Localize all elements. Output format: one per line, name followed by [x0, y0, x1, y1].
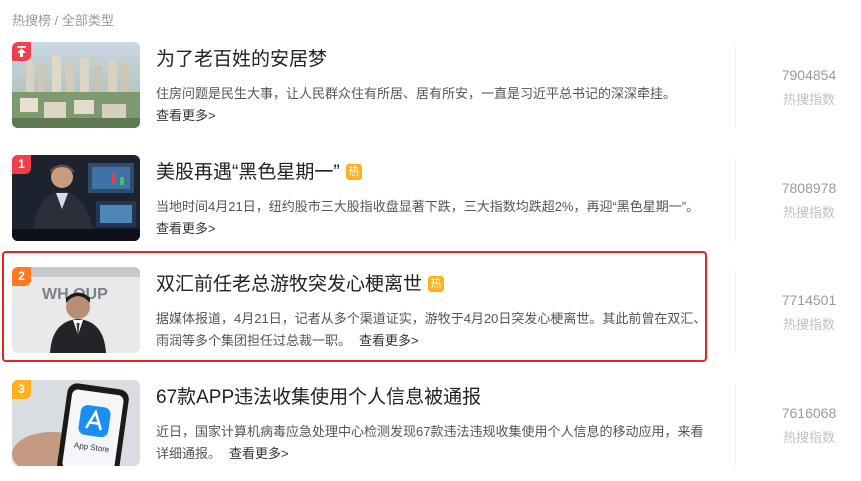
news-title[interactable]: 美股再遇“黑色星期一” 热 — [156, 161, 362, 185]
hot-badge: 热 — [345, 164, 362, 180]
view-more-link[interactable]: 查看更多> — [156, 221, 216, 236]
list-item[interactable]: 为了老百姓的安居梦 住房问题是民生大事，让人民群众住有所居、居有所安，一直是习近… — [0, 30, 861, 143]
divider — [735, 46, 736, 128]
view-more-link[interactable]: 查看更多> — [156, 108, 216, 123]
pinned-top-icon — [12, 42, 31, 61]
divider — [735, 384, 736, 466]
hot-score-label: 热搜指数 — [782, 430, 835, 445]
list-item[interactable]: WH OUP 2 双汇前任老总游牧突发心梗离世热 据媒体报道，4月21日，记者从… — [0, 255, 861, 368]
news-desc: 当地时间4月21日，纽约股市三大股指收盘显著下跌，三大指数均跌超2%，再迎“黑色… — [156, 199, 700, 236]
rank-badge: 2 — [12, 267, 31, 286]
hot-score-label: 热搜指数 — [782, 92, 835, 107]
divider — [735, 159, 736, 241]
hot-score: 7904854 — [781, 67, 837, 83]
news-desc: 近日，国家计算机病毒应急处理中心检测发现67款违法违规收集使用个人信息的移动应用… — [156, 424, 704, 461]
rank-badge: 3 — [12, 380, 31, 399]
hot-badge: 热 — [428, 276, 445, 292]
view-more-link[interactable]: 查看更多> — [229, 446, 289, 461]
news-thumbnail[interactable]: 1 — [12, 155, 140, 241]
news-title[interactable]: 67款APP违法收集使用个人信息被通报 — [156, 386, 481, 410]
list-item[interactable]: App Store 3 67款APP违法收集使用个人信息被通报 近日，国家计算机… — [0, 368, 861, 481]
hot-score: 7808978 — [781, 180, 837, 196]
news-thumbnail[interactable]: WH OUP 2 — [12, 267, 140, 353]
hot-score-label: 热搜指数 — [782, 317, 835, 332]
news-desc: 住房问题是民生大事，让人民群众住有所居、居有所安，一直是习近平总书记的深深牵挂。… — [156, 86, 677, 123]
hot-score: 7616068 — [781, 405, 837, 421]
divider — [735, 271, 736, 353]
news-title[interactable]: 双汇前任老总游牧突发心梗离世热 — [156, 273, 445, 297]
rank-badge: 1 — [12, 155, 31, 174]
news-desc: 据媒体报道，4月21日，记者从多个渠道证实，游牧于4月20日突发心梗离世。其此前… — [156, 311, 707, 348]
news-thumbnail[interactable] — [12, 42, 140, 128]
view-more-link[interactable]: 查看更多> — [359, 333, 419, 348]
hot-score: 7714501 — [781, 292, 837, 308]
news-thumbnail[interactable]: App Store 3 — [12, 380, 140, 466]
list-item[interactable]: 1 美股再遇“黑色星期一” 热 当地时间4月21日，纽约股市三大股指收盘显著下跌，… — [0, 143, 861, 256]
news-title[interactable]: 为了老百姓的安居梦 — [156, 48, 327, 72]
breadcrumb: 热搜榜 / 全部类型 — [12, 13, 114, 28]
hot-score-label: 热搜指数 — [782, 205, 835, 220]
